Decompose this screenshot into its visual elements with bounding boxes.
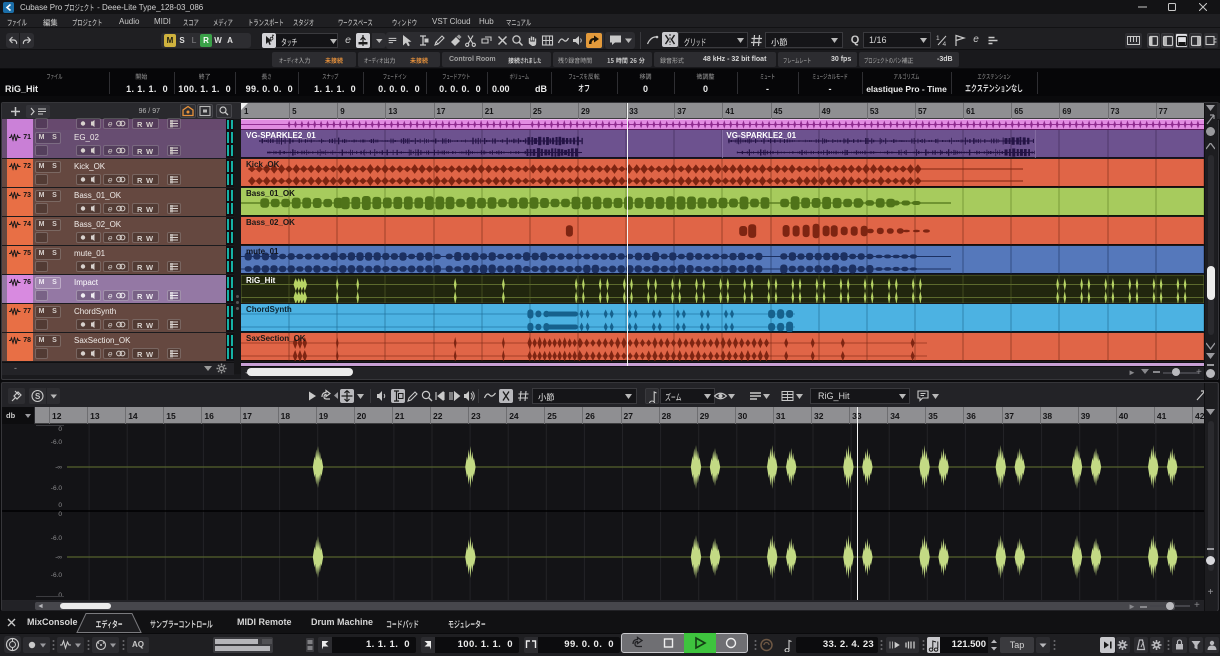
- svg-text:W: W: [146, 234, 154, 242]
- svg-text:R: R: [137, 176, 143, 184]
- svg-text:R: R: [137, 234, 143, 242]
- svg-text:W: W: [146, 205, 154, 213]
- svg-text:W: W: [146, 263, 154, 271]
- svg-text:R: R: [137, 120, 143, 128]
- svg-text:e: e: [108, 205, 113, 214]
- svg-text:R: R: [137, 321, 143, 329]
- svg-text:W: W: [146, 147, 154, 155]
- svg-text:e: e: [108, 120, 113, 129]
- svg-text:e: e: [108, 176, 113, 185]
- svg-text:e: e: [108, 147, 113, 156]
- svg-text:e: e: [108, 263, 113, 272]
- svg-text:S: S: [35, 392, 41, 401]
- svg-text:R: R: [137, 350, 143, 358]
- svg-text:W: W: [146, 120, 154, 128]
- svg-text:e: e: [108, 292, 113, 301]
- svg-text:W: W: [146, 321, 154, 329]
- svg-text:R: R: [137, 263, 143, 271]
- svg-text:W: W: [146, 350, 154, 358]
- svg-text:R: R: [137, 147, 143, 155]
- svg-text:e: e: [108, 350, 113, 359]
- svg-text:R: R: [137, 292, 143, 300]
- svg-text:4: 4: [943, 41, 947, 47]
- svg-text:W: W: [146, 292, 154, 300]
- svg-text:e: e: [108, 234, 113, 243]
- svg-text:R: R: [137, 205, 143, 213]
- svg-text:1: 1: [936, 35, 940, 42]
- svg-text:e: e: [108, 321, 113, 330]
- svg-text:W: W: [146, 176, 154, 184]
